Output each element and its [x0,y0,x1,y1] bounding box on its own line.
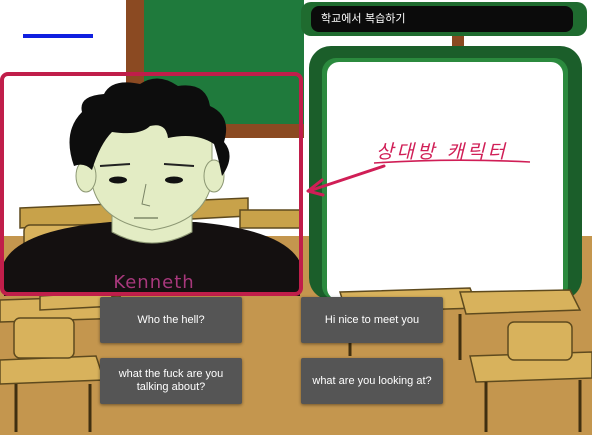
choice-button-1[interactable]: Who the hell? [100,297,242,343]
choice-button-4[interactable]: what are you looking at? [301,358,443,404]
choice-label: Who the hell? [137,313,205,326]
choice-label: what are you looking at? [312,374,432,387]
choice-button-2[interactable]: Hi nice to meet you [301,297,443,343]
opponent-highlight-frame [0,72,303,296]
choice-label: what the fuck are you talking about? [118,368,224,393]
scene-title: 학교에서 복습하기 [311,6,573,32]
choice-button-3[interactable]: what the fuck are you talking about? [100,358,242,404]
blue-dash-mark [23,34,93,38]
game-scene: 학교에서 복습하기 Kenneth 상대방 캐릭터 Who the hell? … [0,0,592,435]
choice-label: Hi nice to meet you [324,313,420,326]
annotation-underline [373,159,531,164]
